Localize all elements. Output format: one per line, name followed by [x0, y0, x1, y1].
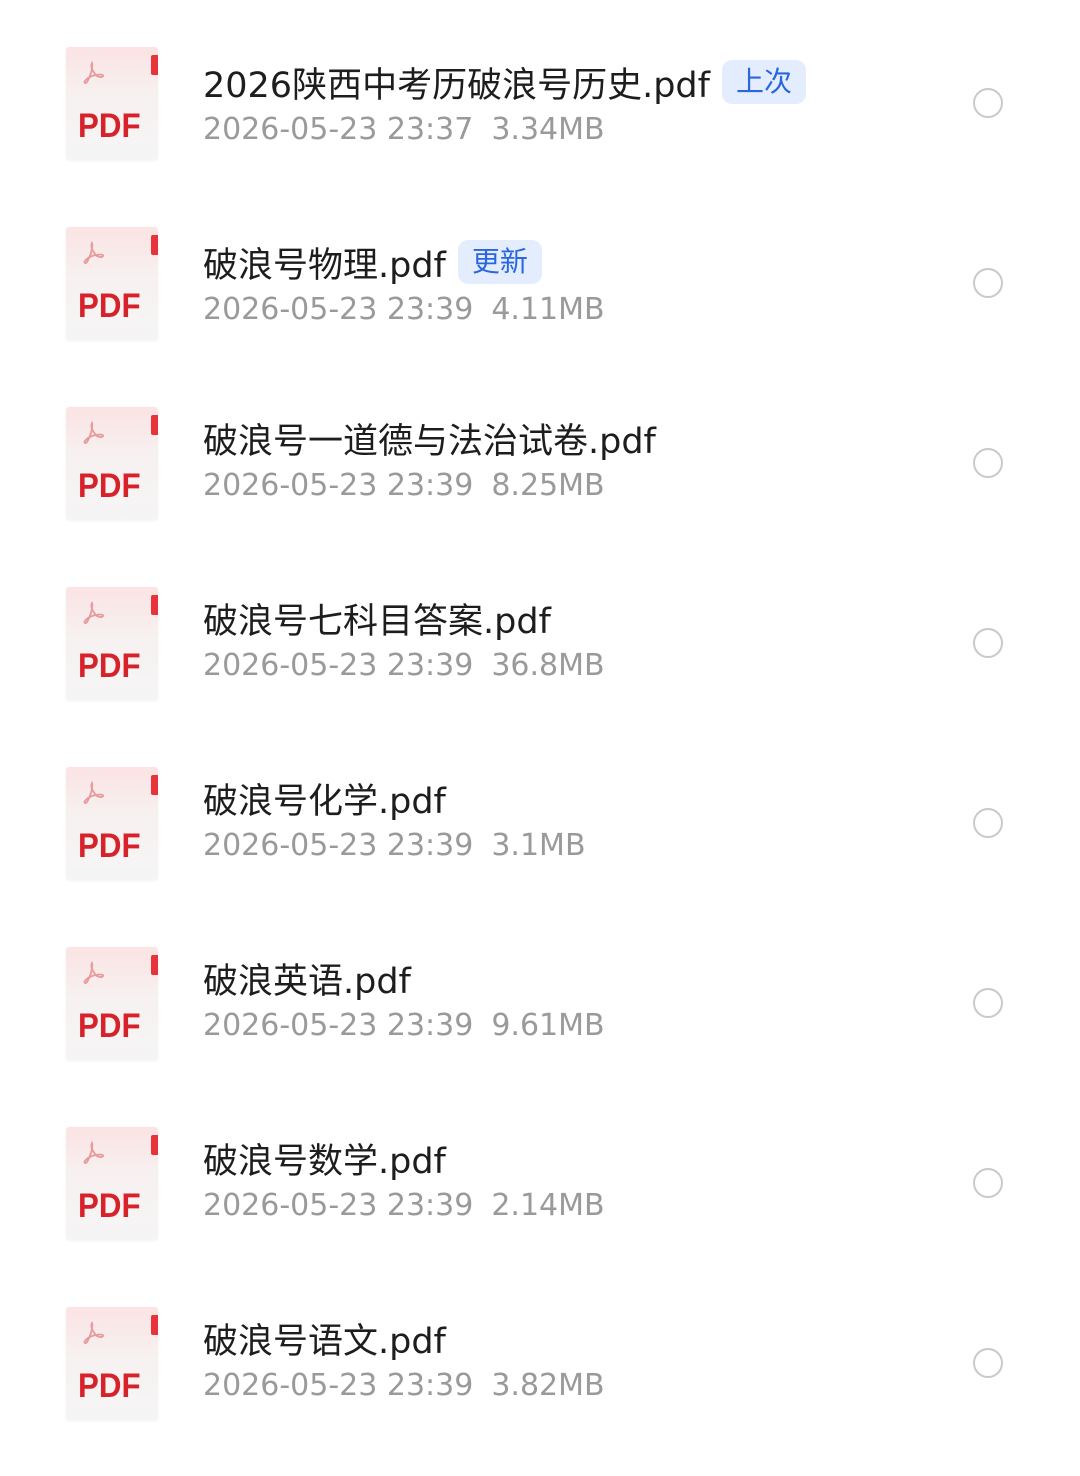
- pdf-corner-mark: [151, 415, 158, 435]
- file-name[interactable]: 破浪号语文.pdf: [203, 1313, 446, 1364]
- file-meta: 2026-05-23 23:39 3.1MB: [203, 828, 586, 863]
- file-meta: 2026-05-23 23:39 9.61MB: [203, 1008, 605, 1043]
- file-item[interactable]: PDF 破浪号七科目答案.pdf 2026-05-23 23:39 36.8MB: [0, 540, 1080, 720]
- pdf-label: PDF: [78, 1367, 141, 1405]
- pdf-file-icon: PDF: [66, 587, 158, 700]
- file-name[interactable]: 破浪英语.pdf: [203, 953, 411, 1004]
- file-item[interactable]: PDF 破浪号数学.pdf 2026-05-23 23:39 2.14MB: [0, 1080, 1080, 1260]
- last-opened-tag: 上次: [721, 60, 806, 104]
- file-size: 9.61MB: [491, 1008, 605, 1043]
- select-radio-icon[interactable]: [973, 1168, 1003, 1198]
- pdf-file-icon: PDF: [66, 767, 158, 880]
- acrobat-glyph-icon: [83, 1320, 104, 1344]
- updated-tag: 更新: [457, 240, 542, 284]
- pdf-label: PDF: [78, 467, 141, 505]
- file-name[interactable]: 破浪号数学.pdf: [203, 1133, 446, 1184]
- file-item[interactable]: PDF 破浪号化学.pdf 2026-05-23 23:39 3.1MB: [0, 720, 1080, 900]
- file-name-row: 破浪号七科目答案.pdf: [203, 592, 551, 644]
- pdf-file-icon: PDF: [66, 1307, 158, 1420]
- file-name-row: 破浪号数学.pdf: [203, 1132, 446, 1184]
- pdf-file-icon: PDF: [66, 47, 158, 160]
- file-name[interactable]: 破浪号一道德与法治试卷.pdf: [203, 413, 656, 464]
- file-list: PDF 2026陕西中考历破浪号历史.pdf 上次 2026-05-23 23:…: [0, 0, 1080, 1476]
- file-date: 2026-05-23 23:39: [203, 1008, 474, 1043]
- file-date: 2026-05-23 23:39: [203, 828, 474, 863]
- file-size: 8.25MB: [491, 468, 605, 503]
- file-meta: 2026-05-23 23:39 3.82MB: [203, 1368, 605, 1403]
- file-name-row: 破浪号化学.pdf: [203, 772, 446, 824]
- acrobat-glyph-icon: [83, 960, 104, 984]
- acrobat-glyph-icon: [83, 780, 104, 804]
- file-date: 2026-05-23 23:39: [203, 1188, 474, 1223]
- file-date: 2026-05-23 23:39: [203, 1368, 474, 1403]
- acrobat-glyph-icon: [83, 240, 104, 264]
- file-item[interactable]: PDF 破浪号语文.pdf 2026-05-23 23:39 3.82MB: [0, 1260, 1080, 1440]
- acrobat-glyph-icon: [83, 600, 104, 624]
- file-meta: 2026-05-23 23:39 36.8MB: [203, 648, 605, 683]
- pdf-corner-mark: [151, 775, 158, 795]
- file-name-row: 破浪英语.pdf: [203, 952, 411, 1004]
- pdf-corner-mark: [151, 595, 158, 615]
- select-radio-icon[interactable]: [973, 448, 1003, 478]
- pdf-label: PDF: [78, 1187, 141, 1225]
- pdf-label: PDF: [78, 647, 141, 685]
- pdf-corner-mark: [151, 955, 158, 975]
- file-name[interactable]: 破浪号物理.pdf: [203, 237, 446, 288]
- file-name-row: 2026陕西中考历破浪号历史.pdf 上次: [203, 56, 806, 108]
- pdf-file-icon: PDF: [66, 1127, 158, 1240]
- pdf-label: PDF: [78, 107, 141, 145]
- pdf-file-icon: PDF: [66, 407, 158, 520]
- file-size: 3.1MB: [491, 828, 586, 863]
- file-name[interactable]: 破浪号七科目答案.pdf: [203, 593, 551, 644]
- pdf-label: PDF: [78, 827, 141, 865]
- acrobat-glyph-icon: [83, 1140, 104, 1164]
- file-item[interactable]: PDF 破浪号一道德与法治试卷.pdf 2026-05-23 23:39 8.25…: [0, 360, 1080, 540]
- file-name-row: 破浪号一道德与法治试卷.pdf: [203, 412, 656, 464]
- file-item[interactable]: PDF 2026陕西中考历破浪号历史.pdf 上次 2026-05-23 23:…: [0, 0, 1080, 180]
- file-date: 2026-05-23 23:39: [203, 648, 474, 683]
- file-size: 3.34MB: [491, 112, 605, 147]
- file-item[interactable]: PDF 破浪英语.pdf 2026-05-23 23:39 9.61MB: [0, 900, 1080, 1080]
- file-size: 4.11MB: [491, 292, 605, 327]
- select-radio-icon[interactable]: [973, 628, 1003, 658]
- file-size: 3.82MB: [491, 1368, 605, 1403]
- select-radio-icon[interactable]: [973, 1348, 1003, 1378]
- file-meta: 2026-05-23 23:37 3.34MB: [203, 112, 605, 147]
- select-radio-icon[interactable]: [973, 988, 1003, 1018]
- pdf-label: PDF: [78, 1007, 141, 1045]
- pdf-corner-mark: [151, 1315, 158, 1335]
- select-radio-icon[interactable]: [973, 808, 1003, 838]
- file-date: 2026-05-23 23:39: [203, 468, 474, 503]
- select-radio-icon[interactable]: [973, 88, 1003, 118]
- file-date: 2026-05-23 23:37: [203, 112, 474, 147]
- acrobat-glyph-icon: [83, 60, 104, 84]
- acrobat-glyph-icon: [83, 420, 104, 444]
- file-meta: 2026-05-23 23:39 4.11MB: [203, 292, 605, 327]
- pdf-corner-mark: [151, 55, 158, 75]
- file-item[interactable]: PDF 破浪号物理.pdf 更新 2026-05-23 23:39 4.11MB: [0, 180, 1080, 360]
- select-radio-icon[interactable]: [973, 268, 1003, 298]
- file-date: 2026-05-23 23:39: [203, 292, 474, 327]
- file-name[interactable]: 2026陕西中考历破浪号历史.pdf: [203, 57, 710, 108]
- pdf-file-icon: PDF: [66, 947, 158, 1060]
- pdf-corner-mark: [151, 1135, 158, 1155]
- file-size: 2.14MB: [491, 1188, 605, 1223]
- file-name[interactable]: 破浪号化学.pdf: [203, 773, 446, 824]
- pdf-corner-mark: [151, 235, 158, 255]
- file-name-row: 破浪号语文.pdf: [203, 1312, 446, 1364]
- file-name-row: 破浪号物理.pdf 更新: [203, 236, 542, 288]
- pdf-file-icon: PDF: [66, 227, 158, 340]
- pdf-label: PDF: [78, 287, 141, 325]
- file-size: 36.8MB: [491, 648, 605, 683]
- file-meta: 2026-05-23 23:39 2.14MB: [203, 1188, 605, 1223]
- file-meta: 2026-05-23 23:39 8.25MB: [203, 468, 605, 503]
